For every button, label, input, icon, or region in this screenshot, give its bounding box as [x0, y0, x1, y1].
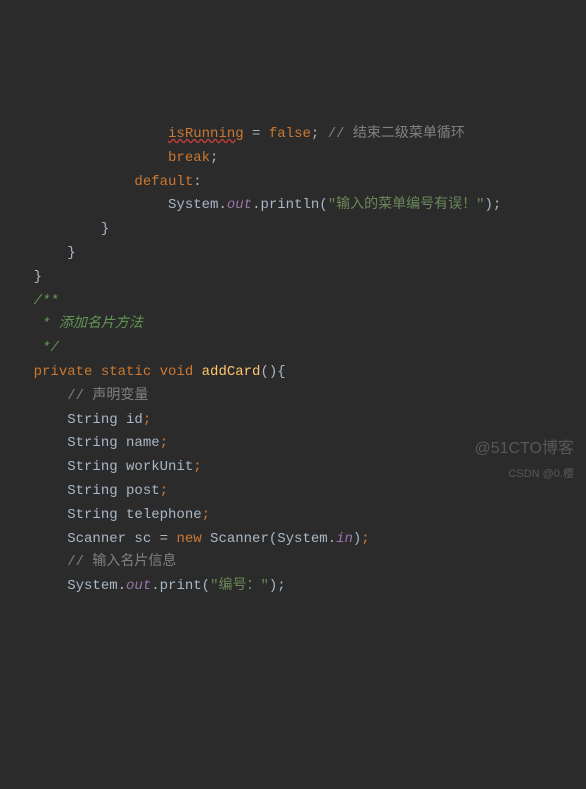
line: isRunning = false; // 结束二级菜单循环 [0, 126, 465, 142]
line: String name; [0, 435, 168, 451]
comment: // 结束二级菜单循环 [328, 126, 465, 142]
field-out: out [227, 197, 252, 213]
var-isRunning: isRunning [168, 126, 244, 142]
comment: // 输入名片信息 [67, 554, 176, 570]
keyword-new: new [176, 531, 210, 547]
method-addCard: addCard [202, 364, 261, 380]
line: System.out.print("编号："); [0, 578, 286, 594]
field-out: out [126, 578, 151, 594]
line: * 添加名片方法 [0, 316, 143, 332]
line: // 声明变量 [0, 388, 148, 404]
line: String telephone; [0, 507, 210, 523]
code-block: isRunning = false; // 结束二级菜单循环 break; de… [0, 95, 586, 599]
line: /** [0, 293, 59, 309]
line: private static void addCard(){ [0, 364, 286, 380]
line: default: [0, 174, 202, 190]
line: String workUnit; [0, 459, 202, 475]
line: Scanner sc = new Scanner(System.in); [0, 531, 370, 547]
string-literal: "输入的菜单编号有误！" [328, 197, 485, 213]
line: } [0, 245, 76, 261]
comment: // 声明变量 [67, 388, 148, 404]
line: System.out.println("输入的菜单编号有误！"); [0, 197, 501, 213]
keyword-false: false [269, 126, 311, 142]
line: break; [0, 150, 218, 166]
line: // 输入名片信息 [0, 554, 176, 570]
keyword-break: break [168, 150, 210, 166]
keyword-default: default [134, 174, 193, 190]
line: */ [0, 340, 59, 356]
javadoc: */ [34, 340, 59, 356]
javadoc: /** [34, 293, 59, 309]
line: String id; [0, 412, 151, 428]
keyword-modifiers: private static void [34, 364, 202, 380]
javadoc: * 添加名片方法 [34, 316, 143, 332]
line: } [0, 221, 109, 237]
line: } [0, 269, 42, 285]
string-literal: "编号：" [210, 578, 269, 594]
line: String post; [0, 483, 168, 499]
field-in: in [336, 531, 353, 547]
